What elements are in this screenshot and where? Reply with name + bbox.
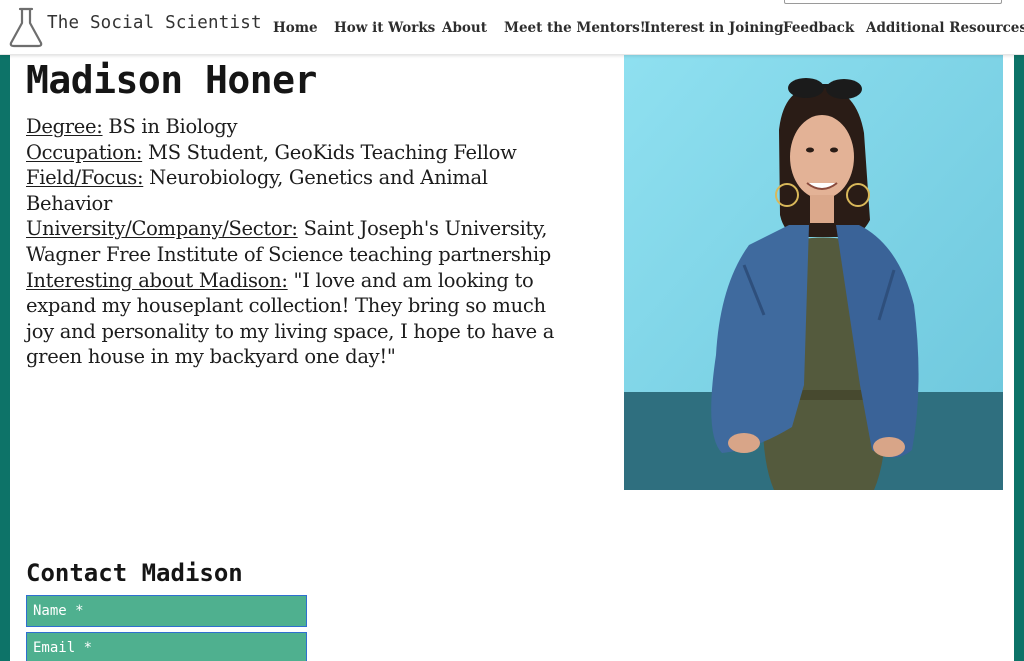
bio-degree: Degree: BS in Biology xyxy=(26,114,556,140)
left-border-strip xyxy=(0,55,10,661)
nav-item-about[interactable]: About xyxy=(442,20,487,36)
right-border-gap xyxy=(1010,55,1014,661)
bio-field: Field/Focus: Neurobiology, Genetics and … xyxy=(26,165,556,216)
mentor-photo xyxy=(624,55,1003,490)
mentor-name: Madison Honer xyxy=(26,58,317,102)
name-field[interactable] xyxy=(26,595,307,627)
occupation-value: MS Student, GeoKids Teaching Fellow xyxy=(142,140,517,164)
search-input[interactable] xyxy=(784,0,1002,4)
field-label: Field/Focus: xyxy=(26,166,144,190)
interesting-label: Interesting about Madison: xyxy=(26,268,288,292)
mentor-bio: Degree: BS in Biology Occupation: MS Stu… xyxy=(26,114,556,370)
nav-item-additional-resources[interactable]: Additional Resources xyxy=(866,20,1024,36)
bio-occupation: Occupation: MS Student, GeoKids Teaching… xyxy=(26,140,556,166)
degree-value: BS in Biology xyxy=(102,115,238,138)
nav-item-how-it-works[interactable]: How it Works xyxy=(334,20,435,36)
nav-item-feedback[interactable]: Feedback xyxy=(783,20,854,36)
nav-item-meet-the-mentors[interactable]: Meet the Mentors! xyxy=(504,20,646,36)
bio-interesting: Interesting about Madison: "I love and a… xyxy=(26,268,556,370)
right-border-strip xyxy=(1014,55,1024,661)
main-navigation: Home How it Works About Meet the Mentors… xyxy=(0,20,1024,40)
site-header: The Social Scientist Home How it Works A… xyxy=(0,0,1024,55)
nav-item-interest-in-joining[interactable]: Interest in Joining xyxy=(644,20,784,36)
nav-item-home[interactable]: Home xyxy=(273,20,318,36)
university-label: University/Company/Sector: xyxy=(26,217,298,241)
bio-university: University/Company/Sector: Saint Joseph'… xyxy=(26,216,556,267)
occupation-label: Occupation: xyxy=(26,140,143,164)
degree-label: Degree: xyxy=(26,115,103,138)
email-field[interactable] xyxy=(26,632,307,661)
contact-title: Contact Madison xyxy=(26,559,243,587)
